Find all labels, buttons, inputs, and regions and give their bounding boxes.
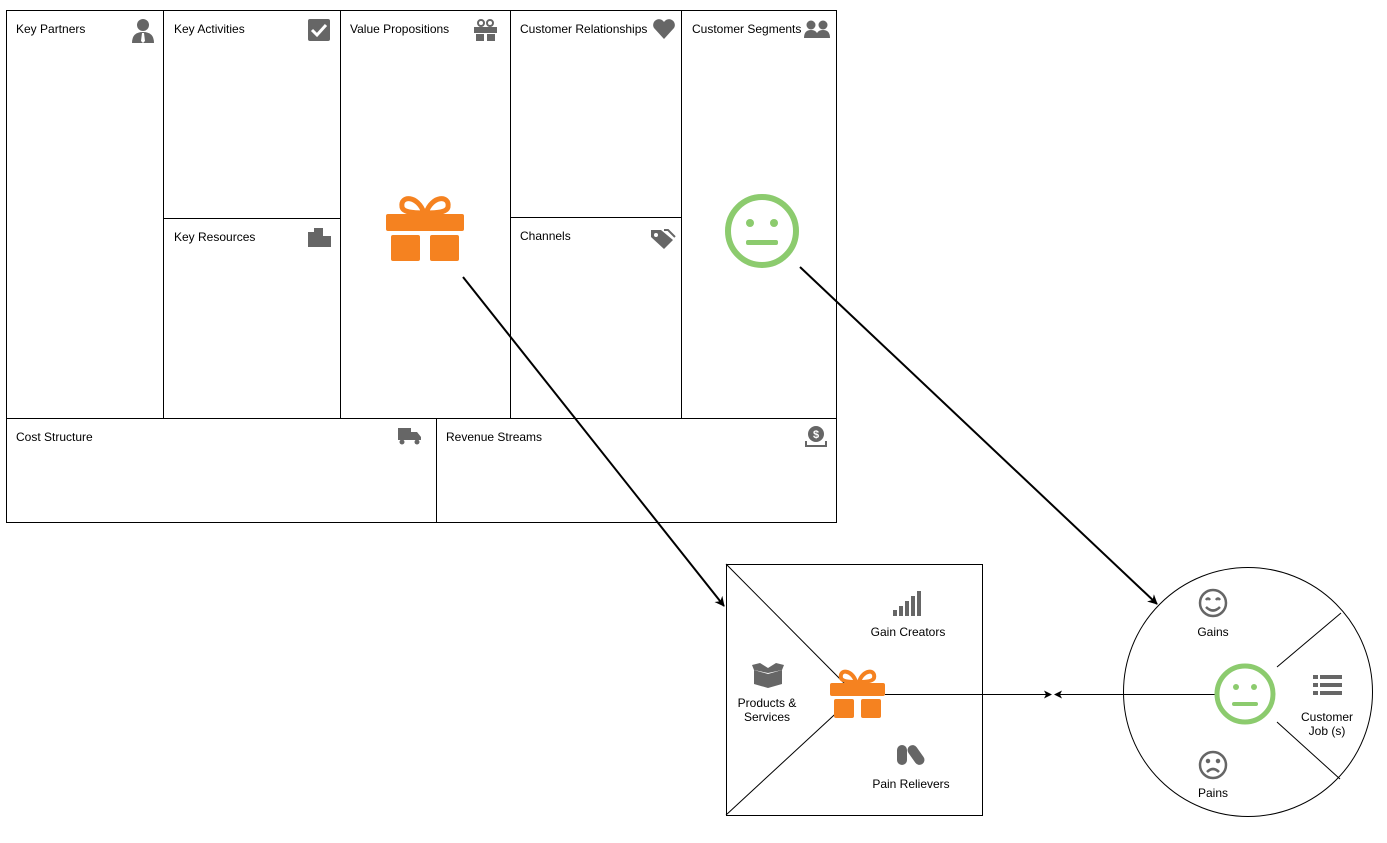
- pains-label: Pains: [1197, 786, 1229, 800]
- customer-face-icon: [1214, 663, 1276, 725]
- gains-label: Gains: [1197, 625, 1229, 639]
- customer-jobs-label: Customer Job (s): [1301, 710, 1353, 738]
- customer-segment-face-icon: [725, 194, 799, 268]
- customer-relationships-label: Customer Relationships: [520, 22, 648, 36]
- smile-icon: [1198, 588, 1228, 618]
- jobs-line1: Customer: [1300, 710, 1354, 724]
- arrow-cs-to-customer-profile: [799, 266, 1158, 605]
- jobs-line2: Job (s): [1308, 724, 1346, 738]
- person-tie-icon: [132, 19, 154, 43]
- sad-icon: [1198, 750, 1228, 780]
- pain-relievers-label: Pain Relievers: [872, 777, 950, 791]
- products-line2: Services: [743, 710, 791, 724]
- heart-icon: [653, 19, 675, 39]
- truck-icon: [398, 428, 421, 445]
- value-proposition-gift-icon: [386, 196, 464, 261]
- products-line1: Products &: [737, 696, 797, 710]
- business-model-canvas: [6, 10, 837, 523]
- list-icon: [1313, 675, 1342, 695]
- checkbox-icon: [308, 19, 330, 41]
- key-resources-label: Key Resources: [174, 230, 256, 244]
- channels-label: Channels: [520, 229, 571, 243]
- users-icon: [804, 20, 830, 38]
- svg-text:$: $: [813, 429, 819, 441]
- products-services-label: Products & Services: [738, 696, 797, 724]
- tags-icon: [651, 229, 676, 249]
- money-bag-icon: $: [805, 426, 827, 447]
- signal-bars-icon: [893, 591, 921, 616]
- gift-icon: [474, 19, 497, 41]
- diagram-canvas: $: [6, 10, 1373, 817]
- value-propositions-label: Value Propositions: [350, 22, 450, 36]
- pills-icon: [897, 745, 925, 765]
- buildings-icon: [308, 228, 331, 247]
- cost-structure-label: Cost Structure: [16, 430, 93, 444]
- gain-creators-label: Gain Creators: [870, 625, 946, 639]
- key-partners-label: Key Partners: [16, 22, 86, 36]
- small-gift-icon: [830, 669, 885, 718]
- box-icon: [752, 663, 784, 688]
- revenue-streams-label: Revenue Streams: [446, 430, 543, 444]
- key-activities-label: Key Activities: [174, 22, 245, 36]
- customer-segments-label: Customer Segments: [692, 22, 802, 36]
